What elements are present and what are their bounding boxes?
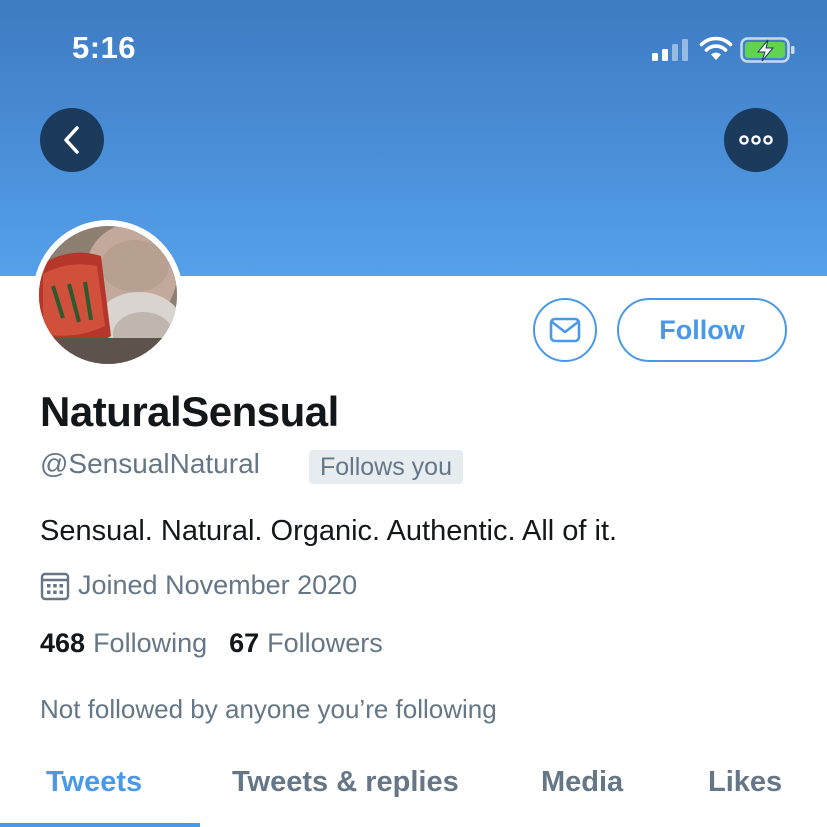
mutual-followers-note: Not followed by anyone you’re following	[40, 694, 497, 724]
avatar-photo	[39, 226, 177, 364]
followers-count[interactable]: 67	[229, 628, 259, 659]
envelope-icon	[549, 317, 581, 343]
more-horizontal-icon	[739, 135, 773, 145]
calendar-icon	[40, 572, 70, 600]
chevron-left-icon	[64, 126, 79, 154]
follow-button[interactable]: Follow	[617, 298, 787, 362]
active-tab-indicator	[0, 823, 200, 827]
follows-you-badge: Follows you	[309, 450, 463, 484]
tab-media[interactable]: Media	[541, 766, 623, 799]
display-name: NaturalSensual	[40, 388, 339, 435]
followers-label[interactable]: Followers	[267, 628, 383, 659]
following-label[interactable]: Following	[93, 628, 207, 659]
wifi-icon	[699, 36, 733, 60]
status-time: 5:16	[72, 30, 137, 65]
following-count[interactable]: 468	[40, 628, 85, 659]
tab-tweets-and-replies[interactable]: Tweets & replies	[232, 766, 459, 799]
profile-tabs: Tweets Tweets & replies Media Likes	[0, 762, 827, 827]
follow-stats: 468 Following 67 Followers	[40, 628, 405, 659]
more-options-button[interactable]	[724, 108, 788, 172]
tab-tweets[interactable]: Tweets	[46, 766, 142, 799]
joined-date-row: Joined November 2020	[40, 570, 357, 601]
message-button[interactable]	[533, 298, 597, 362]
user-handle: @SensualNatural	[40, 448, 260, 479]
tab-likes[interactable]: Likes	[708, 766, 782, 799]
signal-icon	[652, 39, 688, 61]
battery-charging-icon	[740, 37, 795, 63]
joined-date: Joined November 2020	[78, 570, 358, 600]
profile-bio: Sensual. Natural. Organic. Authentic. Al…	[40, 515, 618, 547]
avatar[interactable]	[33, 220, 183, 370]
back-button[interactable]	[40, 108, 104, 172]
